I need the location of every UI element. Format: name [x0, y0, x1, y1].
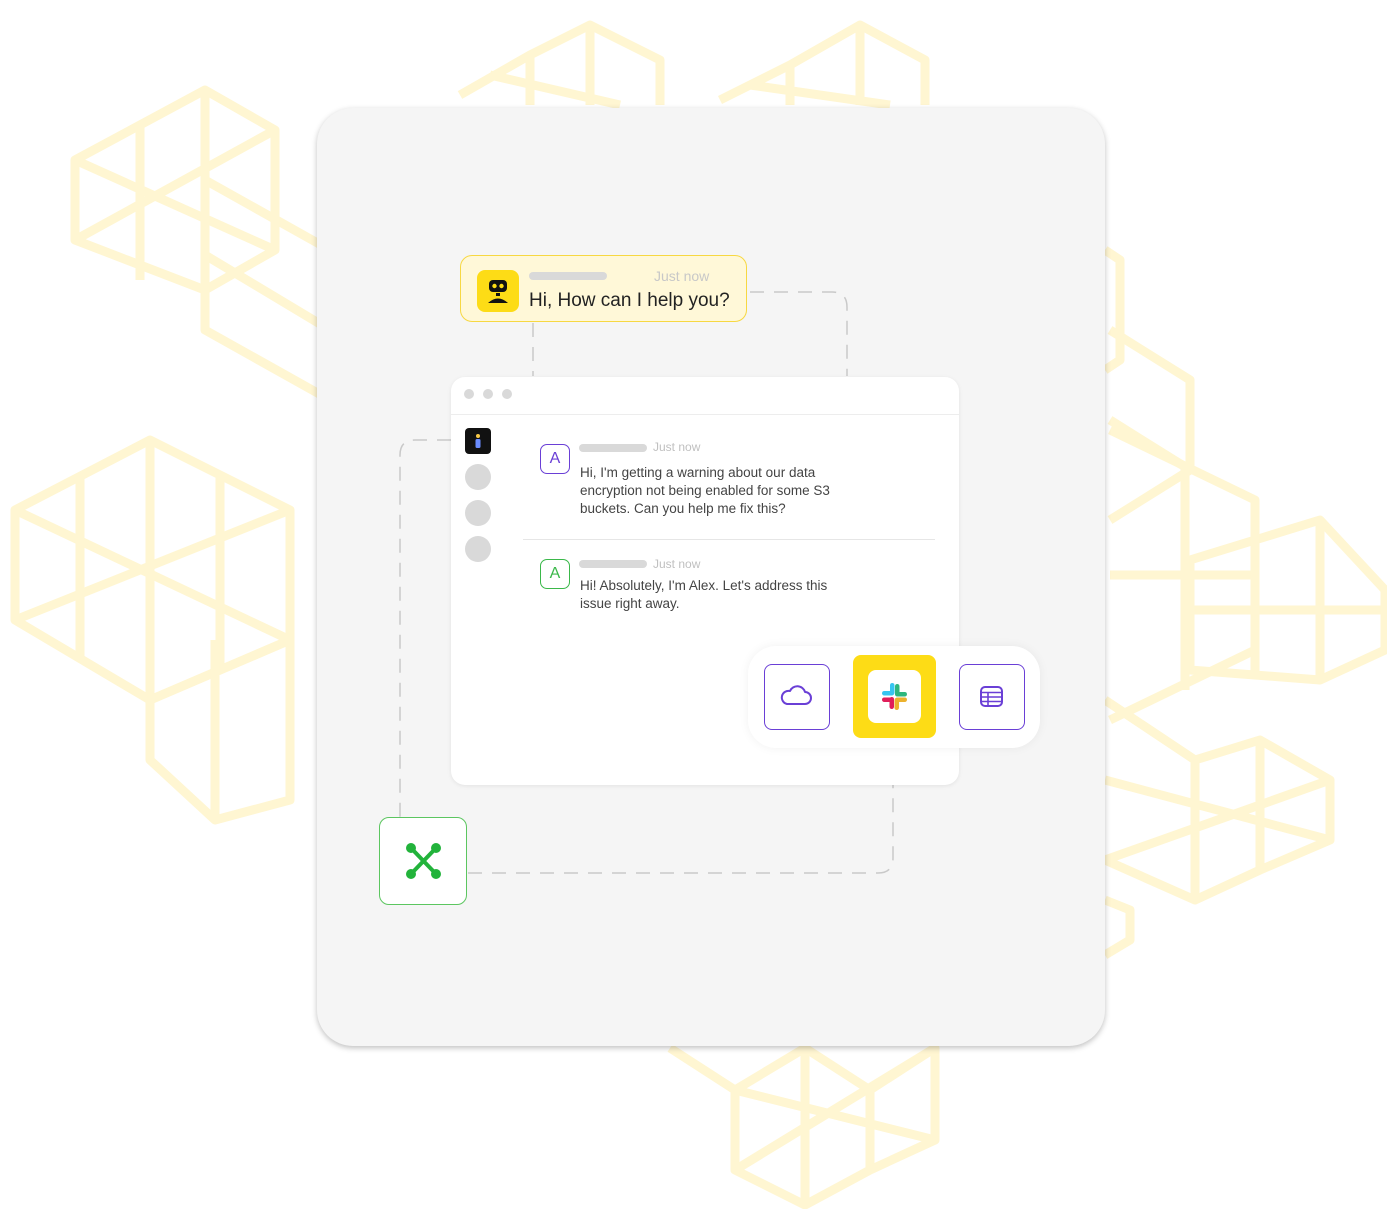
user-avatar: A	[540, 444, 570, 474]
message-text: Hi, I'm getting a warning about our data…	[580, 465, 830, 516]
sender-name-placeholder	[529, 272, 607, 280]
sidebar-item[interactable]	[465, 500, 491, 526]
slack-icon	[882, 683, 907, 710]
sender-name-placeholder	[579, 444, 647, 452]
sender-name-placeholder	[579, 560, 647, 568]
sidebar-item[interactable]	[465, 536, 491, 562]
robot-avatar	[477, 270, 519, 312]
bot-greeting-bubble: Just now Hi, How can I help you?	[460, 255, 747, 322]
network-graph-icon	[406, 843, 441, 879]
network-node-tile[interactable]	[379, 817, 467, 905]
sidebar-item[interactable]	[465, 464, 491, 490]
cloud-integration-button[interactable]	[764, 664, 830, 730]
message-timestamp: Just now	[653, 440, 701, 454]
cloud-icon	[780, 685, 812, 705]
window-control-dot[interactable]	[502, 389, 512, 399]
bot-message: Hi, How can I help you?	[529, 290, 730, 311]
window-control-dot[interactable]	[483, 389, 493, 399]
integrations-tray	[748, 646, 1040, 748]
app-logo-icon	[475, 434, 481, 448]
agent-avatar: A	[540, 559, 570, 589]
window-titlebar	[451, 377, 959, 415]
table-integration-button[interactable]	[959, 664, 1025, 730]
sidebar-app-icon[interactable]	[465, 428, 491, 454]
message-timestamp: Just now	[653, 557, 701, 571]
bot-timestamp: Just now	[654, 268, 710, 284]
window-control-dot[interactable]	[464, 389, 474, 399]
table-icon	[980, 686, 1003, 707]
message-divider	[523, 539, 935, 540]
message-text: Hi! Absolutely, I'm Alex. Let's address …	[580, 578, 828, 611]
slack-integration-button[interactable]	[853, 655, 936, 738]
robot-icon	[488, 280, 508, 303]
